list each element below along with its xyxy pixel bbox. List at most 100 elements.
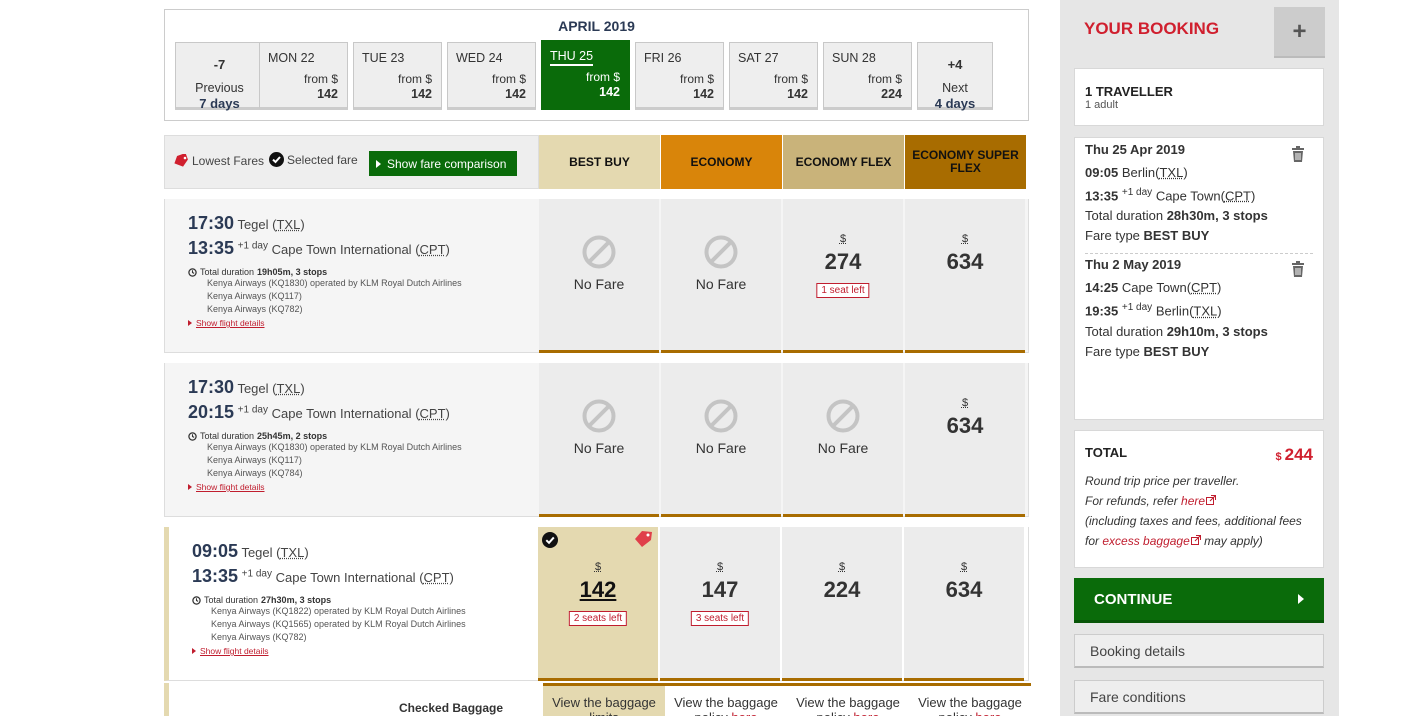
- fare-amount: 634: [946, 249, 984, 274]
- flight-arrival: 20:15 +1 day Cape Town International (CP…: [188, 402, 450, 422]
- baggage-policy-link[interactable]: here: [975, 710, 1001, 716]
- flight-arrival: 13:35 +1 day Cape Town International (CP…: [188, 238, 450, 258]
- plus-icon: +: [1292, 17, 1307, 45]
- flight-arrival: 13:35 +1 day Cape Town International (CP…: [192, 566, 454, 586]
- baggage-text: View the baggage: [796, 695, 900, 710]
- day-tue-23[interactable]: TUE 23 from $ 142: [353, 42, 442, 110]
- flight-row: 09:05 Tegel (TXL) 13:35 +1 day Cape Town …: [164, 527, 1029, 681]
- fare-currency: $: [961, 233, 969, 245]
- next-days: 4 days: [934, 96, 976, 111]
- seats-left-badge: 3 seats left: [690, 611, 750, 626]
- fare-cell[interactable]: $634: [905, 363, 1025, 517]
- fare-cell: No Fare: [783, 363, 903, 517]
- departure-airport: Tegel: [237, 217, 269, 232]
- refund-link[interactable]: here: [1181, 494, 1217, 508]
- carrier-line: Kenya Airways (KQ782): [207, 304, 303, 314]
- leg-arr-code: CPT: [1224, 188, 1251, 204]
- flight-row: 17:30 Tegel (TXL) 20:15 +1 day Cape Town …: [164, 363, 1029, 517]
- leg-fare-type: Fare type BEST BUY: [1085, 228, 1313, 243]
- prev-label: Previous: [195, 81, 244, 95]
- next-days-button[interactable]: +4 Next 4 days: [917, 42, 993, 111]
- leg-dep-code: CPT: [1191, 280, 1218, 296]
- show-flight-details-link[interactable]: Show flight details: [188, 318, 533, 328]
- baggage-text: limits: [589, 710, 619, 716]
- day-mon-22[interactable]: MON 22 from $ 142: [259, 42, 348, 110]
- fare-currency: $: [961, 397, 969, 409]
- leg-arr-time: 13:35: [1085, 188, 1119, 204]
- fare-legend: Lowest Fares Selected fare Show fare com…: [164, 135, 539, 189]
- fare-header-best-buy: BEST BUY: [539, 135, 660, 189]
- fare-conditions-link[interactable]: Fare conditions: [1074, 680, 1324, 714]
- show-fare-comparison-button[interactable]: Show fare comparison: [369, 151, 517, 176]
- total-amount: $244: [1276, 445, 1314, 465]
- baggage-policy-link[interactable]: here: [853, 710, 879, 716]
- day-sun-28[interactable]: SUN 28 from $ 224: [823, 42, 912, 110]
- traveller-panel: 1 TRAVELLER 1 adult: [1074, 68, 1324, 126]
- arrival-plus-day: +1 day: [237, 240, 268, 252]
- arrival-airport: Cape Town International: [271, 406, 412, 421]
- carrier-line: Kenya Airways (KQ1565) operated by KLM R…: [211, 619, 466, 629]
- no-fare-icon: [582, 399, 616, 433]
- day-wed-24[interactable]: WED 24 from $ 142: [447, 42, 536, 110]
- duration-label: Total duration: [204, 595, 259, 605]
- clock-icon: [188, 267, 197, 277]
- excess-baggage-link[interactable]: excess baggage: [1102, 534, 1201, 548]
- expand-booking-button[interactable]: +: [1274, 7, 1325, 58]
- leg-duration: Total duration 28h30m, 3 stops: [1085, 208, 1313, 223]
- leg-date: Thu 2 May 2019: [1085, 257, 1182, 273]
- fare-cell[interactable]: $274 1 seat left: [783, 199, 903, 353]
- duration-value: 19h05m, 3 stops: [257, 267, 328, 277]
- baggage-text: policy: [817, 710, 850, 716]
- baggage-text: View the baggage: [552, 695, 656, 710]
- leg-arrival: 13:35 +1 day Cape Town(CPT): [1085, 187, 1256, 204]
- continue-button[interactable]: CONTINUE: [1074, 578, 1324, 623]
- trash-icon[interactable]: [1291, 146, 1305, 162]
- day-thu-25-selected[interactable]: THU 25 from $ 142: [541, 40, 630, 110]
- total-value: 244: [1284, 445, 1313, 464]
- fare-cell[interactable]: $224: [782, 527, 902, 681]
- booking-details-link[interactable]: Booking details: [1074, 634, 1324, 668]
- fare-amount: 142: [579, 577, 617, 602]
- day-name: WED 24: [456, 51, 503, 65]
- caret-right-icon: [188, 320, 192, 326]
- fare-cell[interactable]: $634: [904, 527, 1024, 681]
- fare-cell[interactable]: $634: [905, 199, 1025, 353]
- day-from: from $: [585, 70, 620, 84]
- clock-icon: [188, 431, 197, 441]
- day-price: 142: [787, 87, 808, 101]
- arrival-plus-day: +1 day: [237, 404, 268, 416]
- no-fare-label: No Fare: [695, 440, 747, 456]
- previous-days-button[interactable]: -7 Previous 7 days: [175, 42, 264, 111]
- fare-cell[interactable]: $142 2 seats left: [538, 527, 658, 681]
- departure-airport: Tegel: [241, 545, 273, 560]
- excess-baggage-label: excess baggage: [1102, 534, 1190, 548]
- no-fare-label: No Fare: [573, 276, 625, 292]
- trash-icon[interactable]: [1291, 261, 1305, 278]
- show-flight-details-link[interactable]: Show flight details: [192, 646, 537, 656]
- legend-lowest-label: Lowest Fares: [192, 154, 265, 168]
- leg-arr-plus: +1 day: [1121, 187, 1153, 198]
- arrival-code: CPT: [423, 570, 450, 585]
- baggage-cell: View the baggagepolicy here: [787, 683, 909, 716]
- show-flight-details-link[interactable]: Show flight details: [188, 482, 533, 492]
- departure-airport: Tegel: [237, 381, 269, 396]
- baggage-policy-link[interactable]: here: [731, 710, 757, 716]
- departure-time: 09:05: [192, 541, 239, 561]
- no-fare-icon: [826, 399, 860, 433]
- day-name: THU 25: [550, 49, 594, 66]
- day-fri-26[interactable]: FRI 26 from $ 142: [635, 42, 724, 110]
- duration-value: 25h45m, 2 stops: [257, 431, 328, 441]
- fare-cell[interactable]: $147 3 seats left: [660, 527, 780, 681]
- day-sat-27[interactable]: SAT 27 from $ 142: [729, 42, 818, 110]
- fare-header-economy-super-flex: ECONOMY SUPER FLEX: [905, 135, 1026, 189]
- next-offset: +4: [947, 57, 963, 72]
- arrival-plus-day: +1 day: [241, 568, 272, 580]
- carrier-line: Kenya Airways (KQ117): [207, 455, 302, 465]
- day-name: MON 22: [268, 51, 315, 65]
- itinerary-leg: Thu 25 Apr 2019 09:05 Berlin(TXL) 13:35 …: [1075, 142, 1323, 243]
- fare-conditions-label: Fare conditions: [1090, 688, 1186, 705]
- fare-cell: No Fare: [661, 199, 781, 353]
- flight-info: 09:05 Tegel (TXL) 13:35 +1 day Cape Town …: [192, 541, 537, 656]
- fare-cell: No Fare: [661, 363, 781, 517]
- baggage-text: policy: [695, 710, 728, 716]
